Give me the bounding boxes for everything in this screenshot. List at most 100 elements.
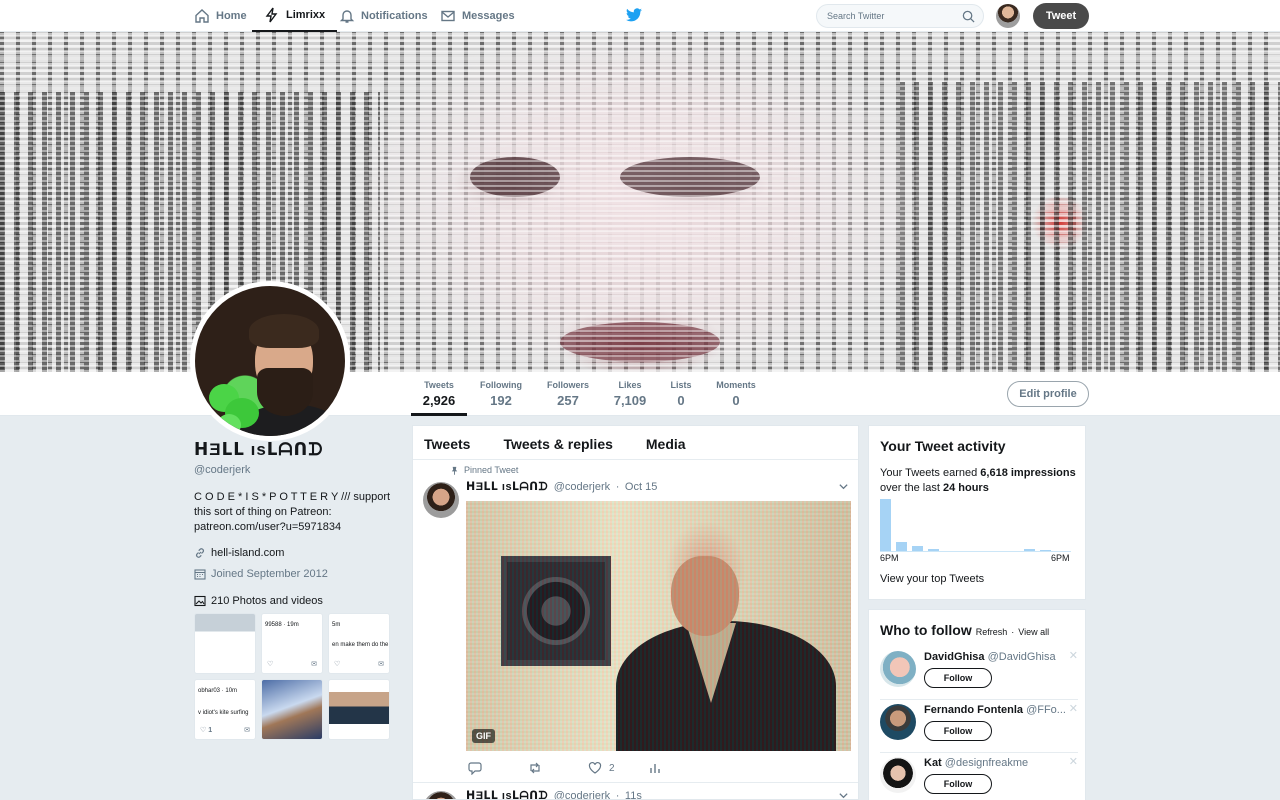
nav-notifications[interactable]: Notifications — [339, 0, 428, 32]
tweet-author-name[interactable]: ᕼƎᒪᒪ ısᒪᗩᑎᗪ — [466, 790, 548, 799]
tweet-author: ᕼƎᒪᒪ ısᒪᗩᑎᗪ @coderjerk · Oct 15 — [466, 480, 657, 494]
photos-videos-link[interactable]: 210 Photos and videos — [194, 595, 394, 607]
stat-following[interactable]: Following 192 — [477, 380, 525, 408]
stat-moments[interactable]: Moments 0 — [711, 380, 761, 408]
profile-name[interactable]: ᕼƎᒪᒪ ısᒪᗩᑎᗪ — [194, 440, 394, 460]
tab-tweets-replies[interactable]: Tweets & replies — [503, 426, 612, 459]
suggestion-name[interactable]: Fernando Fontenla @FFo... — [924, 704, 1074, 716]
stat-lists[interactable]: Lists 0 — [666, 380, 696, 408]
activity-chart[interactable] — [880, 498, 1071, 552]
stat-followers[interactable]: Followers 257 — [543, 380, 593, 408]
suggestion-avatar[interactable] — [880, 651, 916, 687]
tab-tweets[interactable]: Tweets — [424, 426, 470, 459]
suggestion-display-name[interactable]: DavidGhisa — [924, 651, 985, 663]
media-thumb[interactable]: obhar03 · 10m v idiot's kite surfing ♡ 1… — [194, 679, 256, 740]
tweet-dot: · — [615, 481, 620, 493]
follow-suggestion: DavidGhisa @DavidGhisa Follow ✕ — [880, 648, 1078, 700]
media-thumb[interactable] — [194, 613, 256, 674]
tweet-avatar[interactable] — [423, 791, 459, 799]
chevron-down-icon[interactable] — [838, 481, 849, 492]
search-input[interactable] — [827, 11, 957, 21]
tab-media[interactable]: Media — [646, 426, 686, 459]
photo-icon — [194, 595, 206, 607]
tweet-author-name[interactable]: ᕼƎᒪᒪ ısᒪᗩᑎᗪ — [466, 481, 548, 493]
reply-button[interactable] — [468, 761, 528, 775]
stat-value: 257 — [557, 393, 579, 408]
close-icon[interactable]: ✕ — [1069, 702, 1078, 715]
close-icon[interactable]: ✕ — [1069, 649, 1078, 662]
activity-bar — [912, 546, 923, 551]
photos-count[interactable]: 210 Photos and videos — [211, 595, 323, 607]
close-icon[interactable]: ✕ — [1069, 755, 1078, 768]
tweet-time[interactable]: 11s — [625, 790, 642, 799]
chevron-down-icon[interactable] — [838, 790, 849, 800]
envelope-icon: ✉ — [311, 661, 317, 668]
account-avatar[interactable] — [996, 4, 1020, 28]
heart-icon: ♡ — [267, 661, 274, 668]
suggestion-name[interactable]: DavidGhisa @DavidGhisa — [924, 651, 1074, 663]
nav-home[interactable]: Home — [194, 0, 247, 32]
media-thumb[interactable]: 99588 · 19m ♡ ✉ — [261, 613, 323, 674]
avatar-balloon — [217, 414, 241, 436]
follow-button[interactable]: Follow — [924, 668, 992, 688]
activity-axis-start: 6PM — [880, 553, 899, 563]
suggestion-handle[interactable]: @designfreakme — [945, 757, 1028, 769]
follow-suggestion: Kat @designfreakme Follow ✕ — [880, 754, 1078, 800]
media-thumb[interactable] — [328, 679, 390, 740]
tweet-time[interactable]: Oct 15 — [625, 481, 657, 493]
home-icon — [195, 9, 209, 23]
website-text[interactable]: hell-island.com — [211, 547, 284, 559]
follow-button[interactable]: Follow — [924, 721, 992, 741]
timeline-tabs: Tweets Tweets & replies Media — [413, 426, 858, 460]
activity-period: 24 hours — [942, 482, 989, 494]
nav-home-label: Home — [216, 10, 247, 22]
suggestion-display-name[interactable]: Kat — [924, 757, 942, 769]
compose-tweet-button[interactable]: Tweet — [1033, 3, 1089, 29]
suggestion-display-name[interactable]: Fernando Fontenla — [924, 704, 1023, 716]
nav-limrixx[interactable]: Limrixx — [252, 0, 338, 32]
suggestion-handle[interactable]: @DavidGhisa — [988, 651, 1056, 663]
nav-messages[interactable]: Messages — [440, 0, 515, 32]
tweet-author-handle[interactable]: @coderjerk — [554, 790, 610, 799]
profile-avatar[interactable] — [190, 281, 350, 441]
search-icon[interactable] — [962, 10, 975, 23]
bio-link[interactable]: patreon.com/user?u=5971834 — [194, 521, 341, 533]
twitter-bird-icon[interactable] — [626, 8, 642, 22]
suggestion-avatar[interactable] — [880, 704, 916, 740]
media-thumb[interactable] — [261, 679, 323, 740]
tweet-author-handle[interactable]: @coderjerk — [554, 481, 610, 493]
profile-website[interactable]: hell-island.com — [194, 547, 394, 559]
analytics-button[interactable] — [648, 761, 662, 775]
media-thumb[interactable]: 5m en make them do the ♡ ✉ — [328, 613, 390, 674]
follow-button[interactable]: Follow — [924, 774, 992, 794]
bio-text: C O D E * I S * P O T T E R Y /// suppor… — [194, 491, 391, 518]
activity-bar — [1040, 550, 1051, 551]
stat-likes[interactable]: Likes 7,109 — [608, 380, 652, 408]
link-icon — [196, 548, 204, 558]
suggestion-handle[interactable]: @FFo... — [1026, 704, 1066, 716]
stat-value: 7,109 — [613, 393, 647, 408]
retweet-icon — [530, 762, 540, 774]
view-top-tweets-link[interactable]: View your top Tweets — [880, 573, 984, 585]
tweet-avatar[interactable] — [423, 482, 459, 518]
thumb-actions: ♡ 1 ✉ — [200, 726, 250, 734]
stat-label: Tweets — [424, 380, 454, 390]
timeline: Tweets Tweets & replies Media Pinned Twe… — [412, 425, 859, 800]
suggestion-name[interactable]: Kat @designfreakme — [924, 757, 1074, 769]
view-all-link[interactable]: View all — [1018, 627, 1049, 637]
profile-sidebar: ᕼƎᒪᒪ ısᒪᗩᑎᗪ @coderjerk C O D E * I S * P… — [194, 440, 394, 740]
pinned-indicator: Pinned Tweet — [450, 465, 518, 475]
activity-title: Your Tweet activity — [880, 438, 1006, 454]
retweet-button[interactable] — [528, 761, 588, 775]
thumb-actions: ♡ ✉ — [334, 660, 384, 668]
tweet-gif[interactable]: GIF — [466, 501, 851, 751]
edit-profile-button[interactable]: Edit profile — [1007, 381, 1089, 407]
suggestion-avatar[interactable] — [880, 757, 916, 793]
refresh-link[interactable]: Refresh — [976, 627, 1008, 637]
search-box[interactable] — [816, 4, 984, 28]
profile-handle[interactable]: @coderjerk — [194, 464, 394, 476]
thumb-text: 99588 · 19m — [265, 622, 299, 628]
tweet-author: ᕼƎᒪᒪ ısᒪᗩᑎᗪ @coderjerk · 11s — [466, 789, 642, 799]
like-button[interactable]: 2 — [588, 761, 648, 775]
stat-tweets[interactable]: Tweets 2,926 — [411, 380, 467, 416]
